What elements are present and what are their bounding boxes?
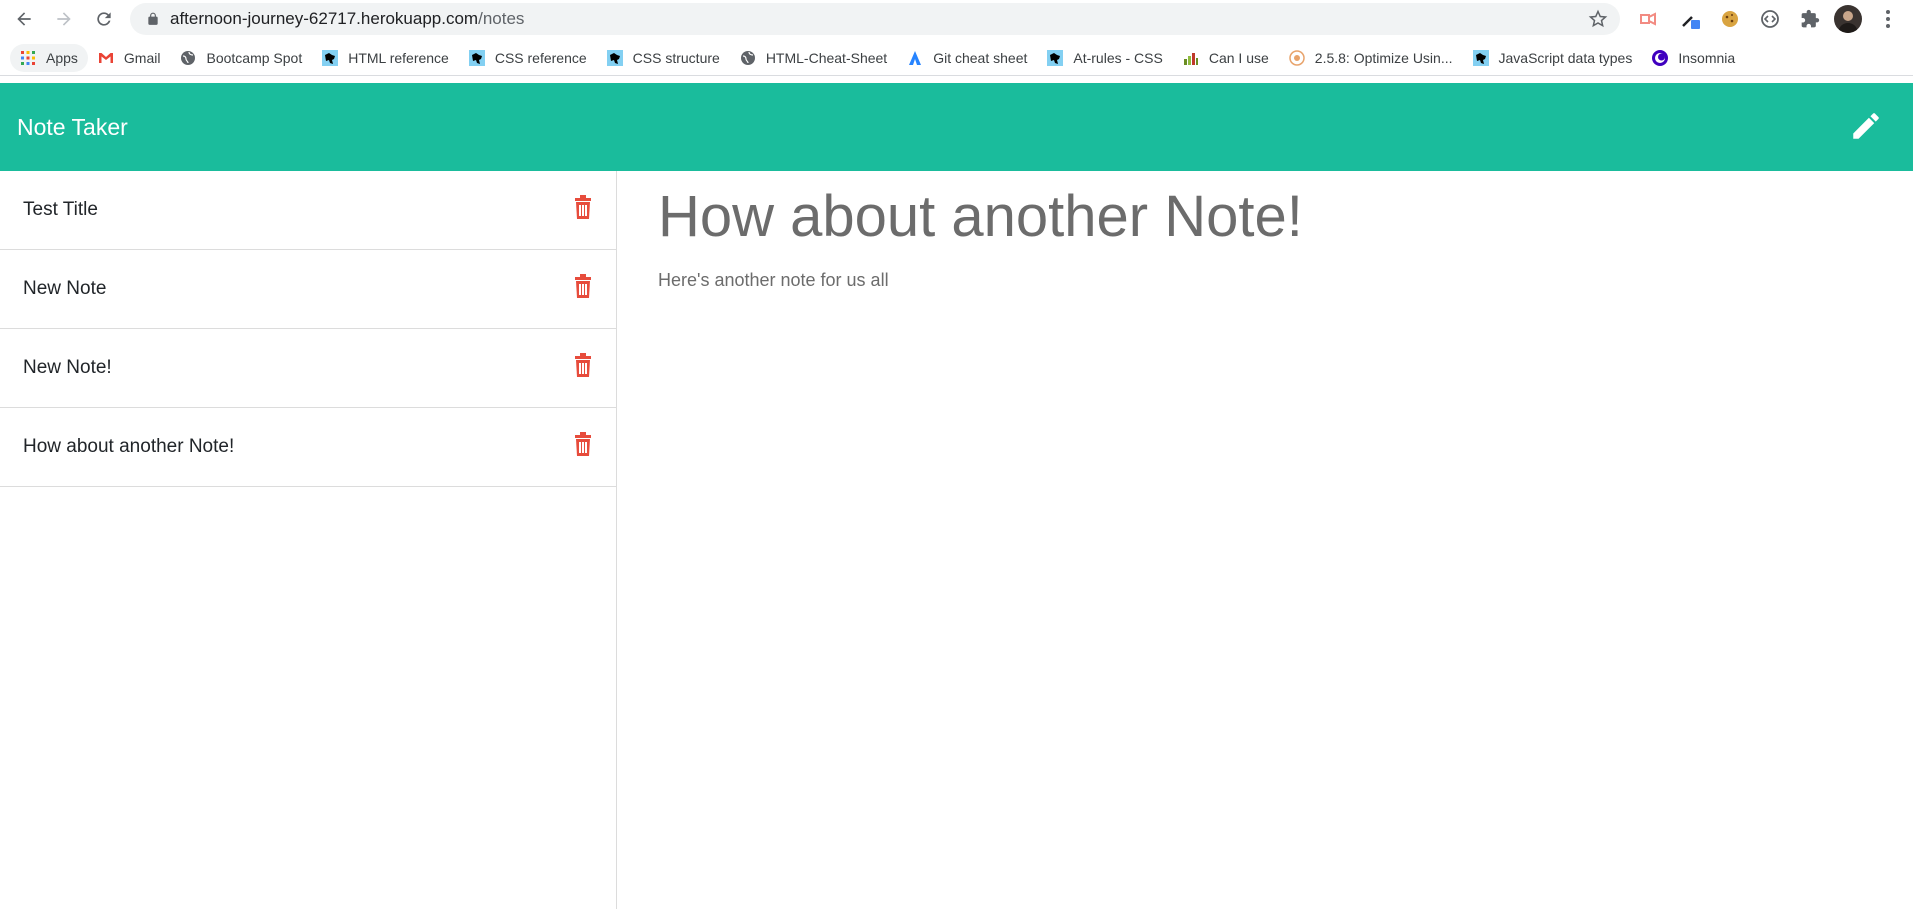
mdn-icon: [606, 49, 623, 66]
gmail-icon: [98, 50, 114, 66]
pencil-icon[interactable]: [1849, 109, 1883, 143]
bookmark-label: Git cheat sheet: [933, 49, 1028, 66]
atlassian-icon: [907, 50, 923, 66]
optimize-icon: [1289, 49, 1305, 66]
bookmark-label: Can I use: [1208, 49, 1269, 66]
list-item[interactable]: Test Title: [0, 171, 616, 250]
bookmark-at-rules-css[interactable]: At-rules - CSS: [1037, 44, 1172, 72]
bookmark-insomnia[interactable]: Insomnia: [1642, 44, 1745, 72]
bookmark-git-cheat-sheet[interactable]: Git cheat sheet: [897, 44, 1037, 72]
puzzle-icon[interactable]: [1798, 7, 1822, 31]
browser-toolbar: afternoon-journey-62717.herokuapp.com/no…: [0, 0, 1913, 38]
forward-button[interactable]: [44, 0, 84, 38]
bookmark-label: JavaScript data types: [1498, 49, 1633, 66]
bookmark-apps[interactable]: Apps: [10, 43, 88, 72]
extension-icon-cookie[interactable]: [1718, 7, 1742, 31]
bookmark-label: HTML-Cheat-Sheet: [765, 49, 888, 66]
bookmark-label: CSS structure: [632, 49, 720, 66]
bookmark-label: HTML reference: [348, 49, 449, 66]
note-item-title: How about another Note!: [23, 436, 235, 457]
bookmark-gmail[interactable]: Gmail: [88, 44, 171, 72]
mdn-icon: [1047, 49, 1064, 66]
back-button[interactable]: [4, 0, 44, 38]
globe-icon: [180, 50, 196, 66]
note-textarea[interactable]: Here's another note for us all: [658, 270, 889, 291]
extension-icon-eyedropper[interactable]: [1678, 7, 1702, 31]
reload-button[interactable]: [84, 0, 124, 38]
bookmark-html-cheat-sheet[interactable]: HTML-Cheat-Sheet: [730, 44, 897, 72]
bookmark-bootcamp-spot[interactable]: Bootcamp Spot: [170, 44, 312, 72]
note-item-title: New Note: [23, 278, 107, 299]
bookmark-javascript-data-types[interactable]: JavaScript data types: [1463, 44, 1643, 72]
extension-icon-video[interactable]: [1636, 7, 1660, 31]
note-item-title: Test Title: [23, 199, 98, 220]
list-item[interactable]: New Note!: [0, 329, 616, 408]
bookmark-html-reference[interactable]: HTML reference: [312, 44, 459, 72]
bookmark-label: Apps: [46, 49, 78, 66]
bookmark-optimize[interactable]: 2.5.8: Optimize Usin...: [1279, 44, 1463, 72]
caniuse-icon: [1183, 50, 1199, 66]
app-title[interactable]: Note Taker: [17, 114, 128, 141]
bookmarks-bar: Apps Gmail Bootcamp Spot HTML reference …: [0, 40, 1913, 76]
lock-icon: [148, 12, 158, 25]
insomnia-icon: [1652, 49, 1669, 66]
globe-icon: [740, 50, 756, 66]
bookmark-label: CSS reference: [494, 49, 587, 66]
apps-grid-icon: [20, 50, 36, 66]
url-path: /notes: [478, 9, 525, 28]
url-host: afternoon-journey-62717.herokuapp.com: [170, 9, 479, 28]
note-title-input[interactable]: How about another Note!: [658, 183, 1303, 250]
trash-icon[interactable]: [574, 353, 592, 377]
bookmark-star-icon[interactable]: [1588, 9, 1608, 29]
mdn-icon: [468, 49, 485, 66]
trash-icon[interactable]: [574, 195, 592, 219]
bookmark-css-reference[interactable]: CSS reference: [459, 44, 597, 72]
bookmark-label: Bootcamp Spot: [206, 49, 303, 66]
bookmark-label: Insomnia: [1678, 49, 1736, 66]
address-bar[interactable]: afternoon-journey-62717.herokuapp.com/no…: [130, 3, 1620, 35]
arrow-left-icon: [17, 12, 31, 26]
note-item-title: New Note!: [23, 357, 112, 378]
app-navbar: Note Taker: [0, 83, 1913, 171]
browser-menu-icon[interactable]: [1876, 7, 1900, 31]
arrow-right-icon: [57, 12, 71, 26]
bookmark-can-i-use[interactable]: Can I use: [1173, 44, 1279, 72]
profile-avatar[interactable]: [1834, 5, 1862, 33]
reload-icon: [97, 12, 111, 26]
list-item[interactable]: How about another Note!: [0, 408, 616, 487]
trash-icon[interactable]: [574, 274, 592, 298]
extension-icon-code[interactable]: [1758, 7, 1782, 31]
list-item[interactable]: New Note: [0, 250, 616, 329]
note-editor: How about another Note! Here's another n…: [618, 171, 1913, 909]
bookmark-label: Gmail: [123, 49, 161, 66]
trash-icon[interactable]: [574, 432, 592, 456]
mdn-icon: [322, 49, 339, 66]
bookmark-css-structure[interactable]: CSS structure: [597, 44, 730, 72]
note-list: Test Title New Note New Note! How about …: [0, 171, 617, 909]
bookmark-label: At-rules - CSS: [1073, 49, 1163, 66]
mdn-icon: [1472, 49, 1489, 66]
bookmark-label: 2.5.8: Optimize Usin...: [1314, 49, 1453, 66]
